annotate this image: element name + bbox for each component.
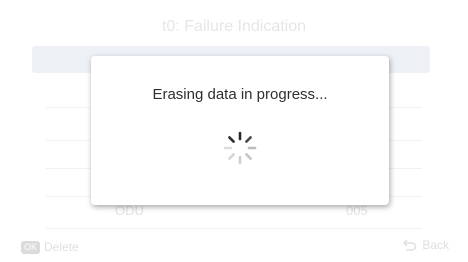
spinner-icon bbox=[223, 131, 257, 165]
progress-dialog: Erasing data in progress... bbox=[91, 56, 389, 205]
progress-message: Erasing data in progress... bbox=[152, 86, 328, 103]
